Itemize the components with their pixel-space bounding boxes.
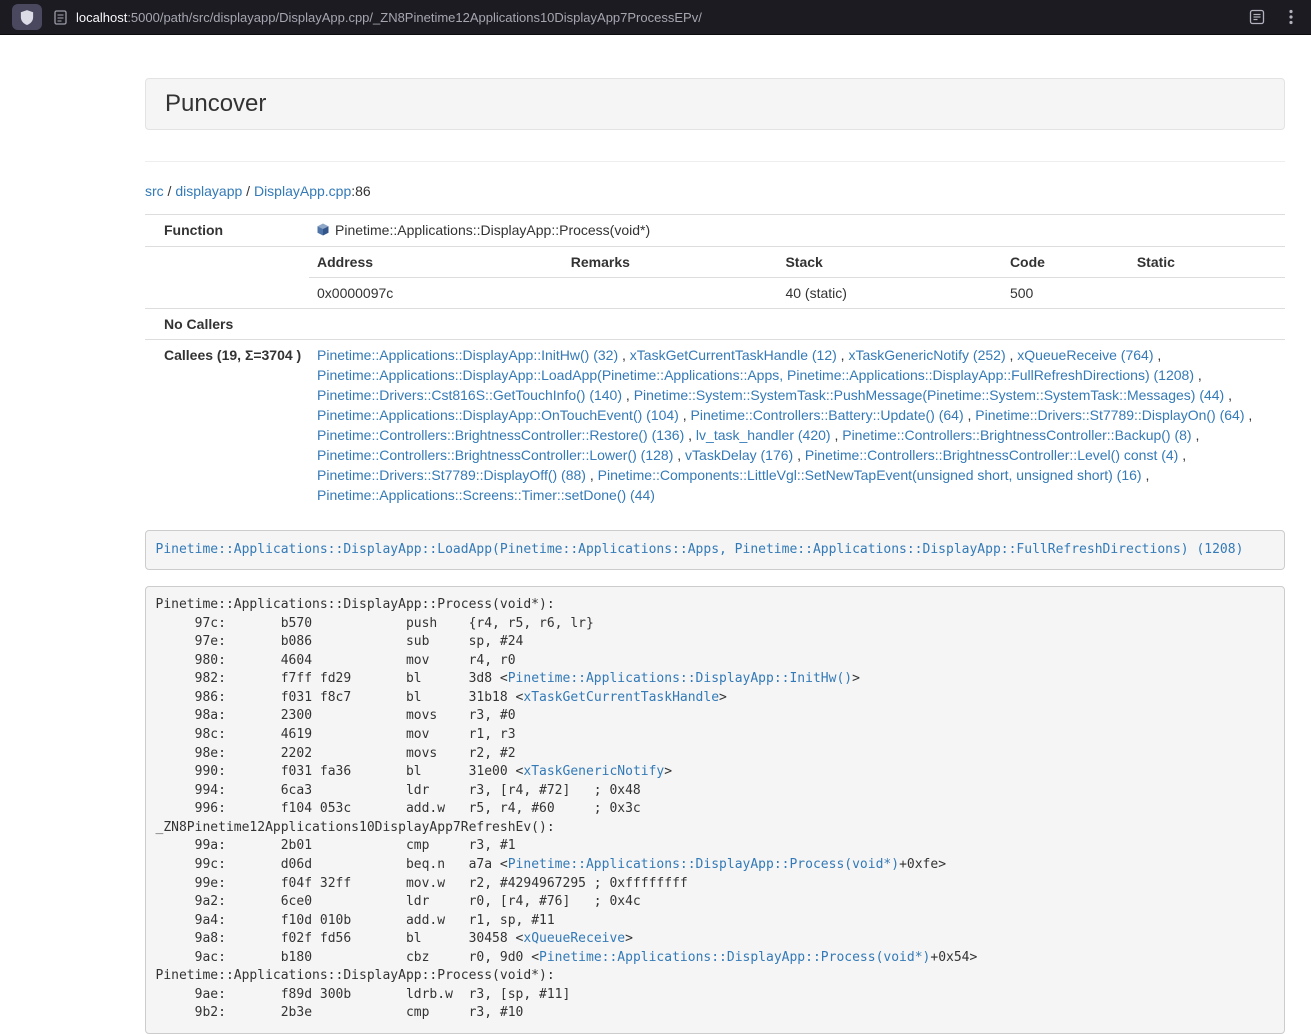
page-title: Puncover [165, 91, 1265, 117]
callees-list: Pinetime::Applications::DisplayApp::Init… [309, 340, 1285, 511]
breadcrumb: src / displayapp / DisplayApp.cpp:86 [145, 181, 1285, 201]
callee-link[interactable]: Pinetime::Drivers::St7789::DisplayOn() (… [975, 407, 1244, 423]
divider [145, 161, 1285, 162]
highlighted-symbol-link[interactable]: Pinetime::Applications::DisplayApp::Load… [156, 542, 1244, 557]
disassembly-symbol-link[interactable]: Pinetime::Applications::DisplayApp::Proc… [539, 950, 930, 965]
callees-label: Callees (19, Σ=3704 ) [145, 340, 309, 511]
menu-icon[interactable] [1289, 9, 1293, 25]
callee-link[interactable]: Pinetime::Applications::DisplayApp::OnTo… [317, 407, 679, 423]
stats-values-row: 0x0000097c 40 (static) 500 [309, 278, 1285, 309]
breadcrumb-link[interactable]: src [145, 183, 164, 199]
reader-view-icon[interactable] [1249, 9, 1265, 25]
code-value: 500 [1002, 278, 1129, 309]
callee-link[interactable]: Pinetime::Controllers::BrightnessControl… [317, 427, 684, 443]
col-static: Static [1129, 247, 1285, 278]
function-label: Function [145, 215, 309, 247]
url-bar[interactable]: localhost:5000/path/src/displayapp/Displ… [54, 10, 1249, 25]
url-path: :5000/path/src/displayapp/DisplayApp.cpp… [127, 10, 702, 25]
callee-link[interactable]: Pinetime::Controllers::BrightnessControl… [805, 447, 1178, 463]
app-header: Puncover [145, 78, 1285, 130]
cube-icon [317, 221, 329, 241]
disassembly-symbol-link[interactable]: xTaskGetCurrentTaskHandle [523, 690, 719, 705]
callee-link[interactable]: Pinetime::Applications::DisplayApp::Init… [317, 347, 618, 363]
no-callers-row: No Callers [145, 309, 1285, 340]
function-row: Function Pinetime::Applications::Display… [145, 215, 1285, 247]
callee-link[interactable]: Pinetime::System::SystemTask::PushMessag… [634, 387, 1225, 403]
callee-link[interactable]: xQueueReceive (764) [1017, 347, 1153, 363]
toolbar-right [1249, 9, 1301, 25]
stack-value: 40 (static) [777, 278, 1001, 309]
url-host: localhost [76, 10, 127, 25]
callee-link[interactable]: Pinetime::Applications::Screens::Timer::… [317, 487, 655, 503]
callee-link[interactable]: Pinetime::Applications::DisplayApp::Load… [317, 367, 1194, 383]
stats-row: Address Remarks Stack Code Static 0x0000… [145, 247, 1285, 309]
col-code: Code [1002, 247, 1129, 278]
breadcrumb-link[interactable]: displayapp [175, 183, 242, 199]
callee-link[interactable]: Pinetime::Controllers::Battery::Update()… [691, 407, 964, 423]
callee-link[interactable]: Pinetime::Controllers::BrightnessControl… [317, 447, 673, 463]
browser-chrome: localhost:5000/path/src/displayapp/Displ… [0, 0, 1311, 35]
remarks-value [563, 278, 778, 309]
breadcrumb-line-number: :86 [351, 183, 370, 199]
callee-link[interactable]: Pinetime::Drivers::Cst816S::GetTouchInfo… [317, 387, 622, 403]
callee-link[interactable]: vTaskDelay (176) [685, 447, 793, 463]
disassembly-symbol-link[interactable]: xTaskGenericNotify [523, 764, 664, 779]
callee-link[interactable]: xTaskGenericNotify (252) [848, 347, 1005, 363]
static-value [1129, 278, 1285, 309]
col-stack: Stack [777, 247, 1001, 278]
function-table: Function Pinetime::Applications::Display… [145, 214, 1285, 510]
callees-row: Callees (19, Σ=3704 ) Pinetime::Applicat… [145, 340, 1285, 511]
address-value: 0x0000097c [309, 278, 563, 309]
disassembly-code: Pinetime::Applications::DisplayApp::Proc… [145, 586, 1285, 1034]
callee-link[interactable]: xTaskGetCurrentTaskHandle (12) [630, 347, 837, 363]
callee-link[interactable]: Pinetime::Controllers::BrightnessControl… [842, 427, 1191, 443]
no-callers-label: No Callers [145, 309, 309, 340]
stats-table: Address Remarks Stack Code Static 0x0000… [309, 247, 1285, 308]
highlighted-symbol-box: Pinetime::Applications::DisplayApp::Load… [145, 530, 1285, 570]
page-content: Puncover src / displayapp / DisplayApp.c… [145, 35, 1285, 1034]
disassembly-symbol-link[interactable]: Pinetime::Applications::DisplayApp::Init… [508, 671, 852, 686]
disassembly-symbol-link[interactable]: xQueueReceive [523, 931, 625, 946]
callee-link[interactable]: lv_task_handler (420) [696, 427, 831, 443]
callee-link[interactable]: Pinetime::Drivers::St7789::DisplayOff() … [317, 467, 586, 483]
col-remarks: Remarks [563, 247, 778, 278]
breadcrumb-link[interactable]: DisplayApp.cpp [254, 183, 351, 199]
page-icon [54, 10, 67, 25]
function-name: Pinetime::Applications::DisplayApp::Proc… [335, 222, 650, 238]
shield-glyph [20, 10, 34, 25]
shield-icon[interactable] [12, 4, 42, 30]
col-address: Address [309, 247, 563, 278]
disassembly-symbol-link[interactable]: Pinetime::Applications::DisplayApp::Proc… [508, 857, 899, 872]
callee-link[interactable]: Pinetime::Components::LittleVgl::SetNewT… [598, 467, 1142, 483]
